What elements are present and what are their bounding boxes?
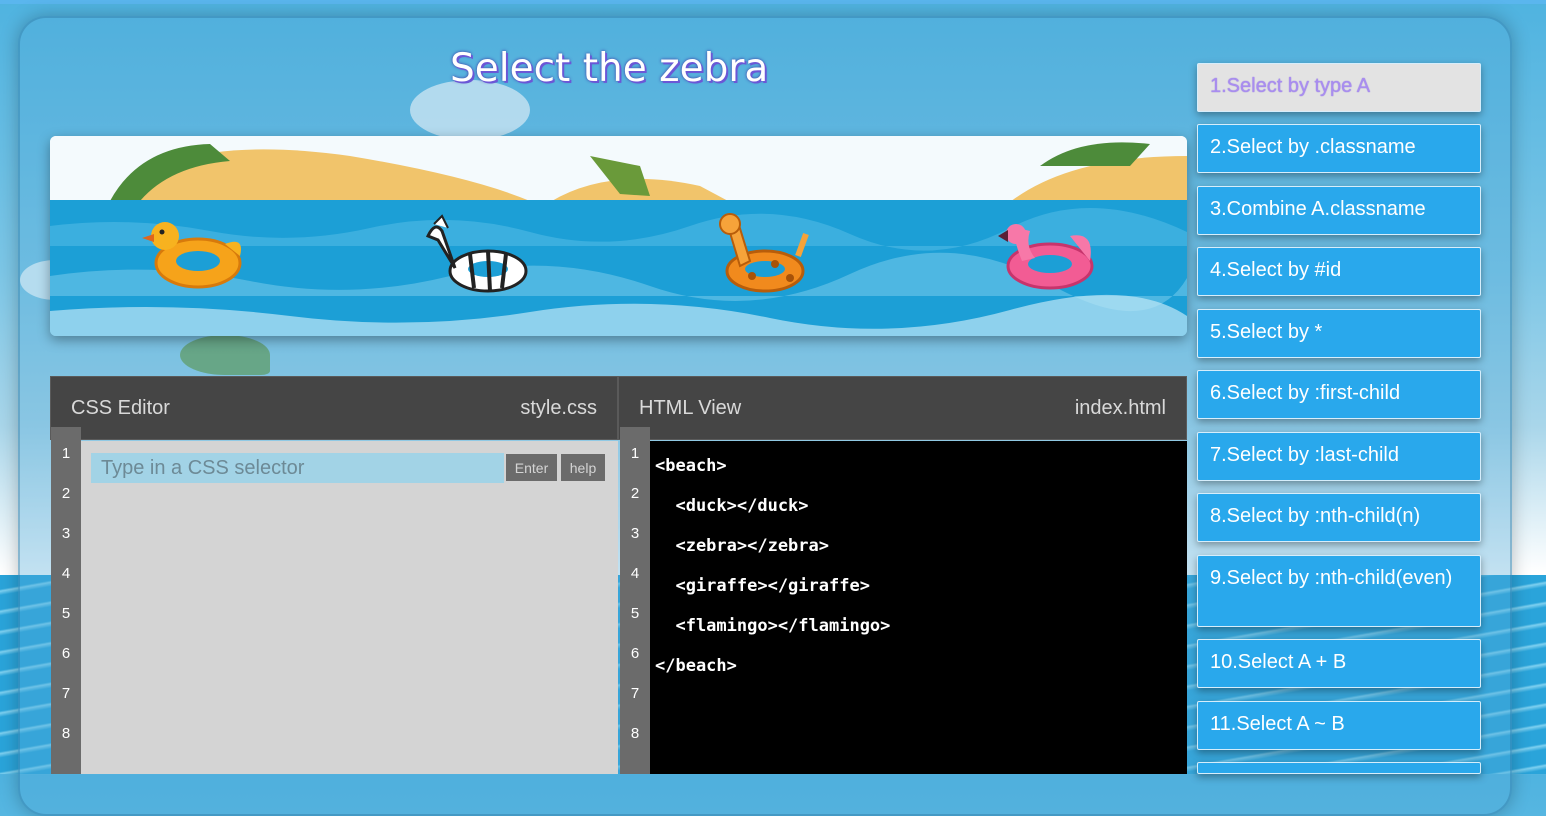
html-view-area	[650, 441, 1187, 774]
line-number: 7	[630, 685, 640, 702]
level-item-1[interactable]: 1.Select by type A	[1197, 63, 1481, 112]
line-number: 6	[630, 645, 640, 662]
level-title: Select the zebra	[450, 46, 769, 91]
level-item-3[interactable]: 3.Combine A.classname	[1197, 186, 1481, 235]
line-number: 7	[61, 685, 71, 702]
html-view-filename: index.html	[1074, 397, 1166, 419]
level-item-2[interactable]: 2.Select by .classname	[1197, 124, 1481, 173]
line-number: 1	[61, 445, 71, 462]
enter-button[interactable]: Enter	[506, 454, 557, 481]
level-item-7[interactable]: 7.Select by :last-child	[1197, 432, 1481, 481]
html-line-duck[interactable]: <duck></duck>	[655, 496, 808, 516]
level-item-11[interactable]: 11.Select A ~ B	[1197, 701, 1481, 750]
css-editor-filename: style.css	[520, 397, 597, 419]
html-line-zebra[interactable]: <zebra></zebra>	[655, 536, 829, 556]
line-number: 3	[630, 525, 640, 542]
line-number: 5	[61, 605, 71, 622]
css-editor-header: CSS Editor style.css	[50, 376, 618, 440]
css-editor-title: CSS Editor	[71, 397, 170, 419]
level-item-5[interactable]: 5.Select by *	[1197, 309, 1481, 358]
level-item-4[interactable]: 4.Select by #id	[1197, 247, 1481, 296]
line-number: 1	[630, 445, 640, 462]
html-line-gutter: 1 2 3 4 5 6 7 8	[620, 427, 650, 774]
level-item-10[interactable]: 10.Select A + B	[1197, 639, 1481, 688]
html-line-giraffe[interactable]: <giraffe></giraffe>	[655, 576, 869, 596]
line-number: 4	[630, 565, 640, 582]
html-view-header: HTML View index.html	[618, 376, 1187, 440]
help-button[interactable]: help	[561, 454, 605, 481]
line-number: 8	[630, 725, 640, 742]
css-selector-input[interactable]	[91, 453, 504, 483]
window-top-border	[0, 0, 1546, 4]
level-item-8[interactable]: 8.Select by :nth-child(n)	[1197, 493, 1481, 542]
level-item-6[interactable]: 6.Select by :first-child	[1197, 370, 1481, 419]
line-number: 3	[61, 525, 71, 542]
line-number: 2	[61, 485, 71, 502]
level-item-12[interactable]	[1197, 762, 1481, 774]
line-number: 8	[61, 725, 71, 742]
html-line-beach-close[interactable]: </beach>	[655, 656, 737, 676]
beach-illustration	[50, 136, 1187, 336]
beach-scene	[50, 136, 1187, 336]
line-number: 6	[61, 645, 71, 662]
html-line-beach-open[interactable]: <beach>	[655, 456, 727, 476]
line-number: 4	[61, 565, 71, 582]
line-number: 2	[630, 485, 640, 502]
line-number: 5	[630, 605, 640, 622]
css-line-gutter: 1 2 3 4 5 6 7 8	[51, 427, 81, 774]
level-item-9[interactable]: 9.Select by :nth-child(even)	[1197, 555, 1481, 627]
html-line-flamingo[interactable]: <flamingo></flamingo>	[655, 616, 890, 636]
html-view-title: HTML View	[639, 397, 742, 419]
css-editor-area[interactable]	[81, 441, 618, 774]
